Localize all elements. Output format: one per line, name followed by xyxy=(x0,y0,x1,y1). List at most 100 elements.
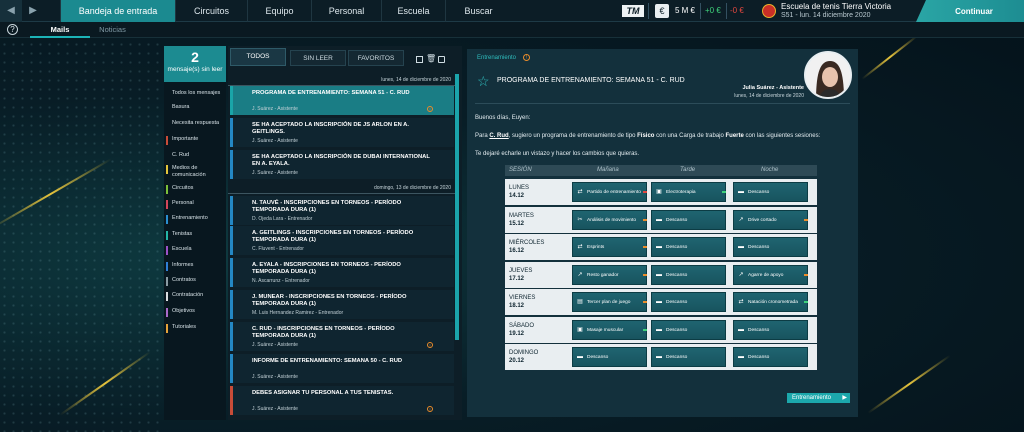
training-button[interactable]: Entrenamiento ▶ xyxy=(787,393,850,403)
player-link[interactable]: C. Rud xyxy=(489,133,508,139)
folder-item[interactable]: Todos los mensajes xyxy=(164,90,226,97)
folder-color-bar xyxy=(166,231,168,240)
folder-item[interactable]: Tenistas xyxy=(164,231,226,240)
message-date: lunes, 14 de diciembre de 2020 xyxy=(734,93,804,99)
training-session-slot[interactable]: ▬ Descanso xyxy=(572,347,647,367)
tab-favorites[interactable]: FAVORITOS xyxy=(348,50,404,66)
folder-item[interactable]: Contratación xyxy=(164,292,226,301)
training-session-slot[interactable]: ⇄ Partido de entrenamiento xyxy=(572,182,647,202)
folder-label: Necesita respuesta xyxy=(172,120,220,126)
training-session-slot[interactable]: ↗ Drive cortado xyxy=(733,209,808,230)
folder-item[interactable]: Necesita respuesta xyxy=(164,120,226,127)
menu-school[interactable]: Escuela xyxy=(381,0,445,22)
folder-label: Tutoriales xyxy=(172,324,196,330)
trash-icon[interactable]: 🗑 xyxy=(426,55,436,63)
training-session-slot[interactable]: ▬ Descanso xyxy=(651,347,726,367)
day-cell: JUEVES 17.12 xyxy=(509,267,532,283)
divider xyxy=(475,103,850,104)
message-row[interactable]: J. MUNEAR - INSCRIPCIONES EN TORNEOS - P… xyxy=(230,290,454,319)
message-row[interactable]: SE HA ACEPTADO LA INSCRIPCIÓN DE DUBAI I… xyxy=(230,150,454,179)
schedule-row: VIERNES 18.12 ▤ Tercer plan de juego ▬ Descan… xyxy=(505,289,817,315)
session-icon: ⇄ xyxy=(738,299,744,305)
folder-color-bar xyxy=(166,185,168,194)
forward-arrow-icon[interactable]: ▶ xyxy=(22,0,44,22)
menu-search[interactable]: Buscar xyxy=(445,0,511,22)
folder-item[interactable]: Entrenamiento xyxy=(164,215,226,224)
training-session-slot[interactable]: ✂ Análisis de movimiento xyxy=(572,209,647,230)
folder-item[interactable]: Objetivos xyxy=(164,308,226,317)
training-session-slot[interactable]: ▬ Descanso xyxy=(733,319,808,340)
message-row[interactable]: A. GEITLINGS - INSCRIPCIONES EN TORNEOS … xyxy=(230,226,454,255)
training-session-slot[interactable]: ↗ Agarre de apoyo xyxy=(733,264,808,285)
training-session-slot[interactable]: ▬ Descanso xyxy=(651,264,726,285)
training-session-slot[interactable]: ▤ Tercer plan de juego xyxy=(572,292,647,312)
training-session-slot[interactable]: ▬ Descanso xyxy=(651,292,726,312)
session-icon: ▬ xyxy=(656,299,662,305)
back-arrow-icon[interactable]: ◀ xyxy=(0,0,22,22)
session-label: Resto ganador xyxy=(587,272,619,278)
menu-staff[interactable]: Personal xyxy=(311,0,381,22)
day-date: 19.12 xyxy=(509,330,525,337)
folder-item[interactable]: Circuitos xyxy=(164,185,226,194)
training-session-slot[interactable]: ▬ Descanso xyxy=(733,347,808,367)
message-row[interactable]: DEBES ASIGNAR TU PERSONAL A TUS TENISTAS… xyxy=(230,386,454,415)
message-row[interactable]: N. TAUVÉ - INSCRIPCIONES EN TORNEOS - PE… xyxy=(230,196,454,225)
folder-item[interactable]: Tutoriales xyxy=(164,324,226,333)
folder-item[interactable]: Medios de comunicación xyxy=(164,165,226,179)
favorite-star-icon[interactable]: ☆ xyxy=(477,73,490,90)
folder-item[interactable]: Basura xyxy=(164,104,226,111)
tab-unread[interactable]: SIN LEER xyxy=(290,50,346,66)
message-row[interactable]: SE HA ACEPTADO LA INSCRIPCIÓN DE JS ARLO… xyxy=(230,118,454,147)
message-subject: A. EYALA - INSCRIPCIONES EN TORNEOS - PE… xyxy=(252,262,401,275)
folder-label: Tenistas xyxy=(172,231,193,237)
menu-circuits[interactable]: Circuitos xyxy=(175,0,247,22)
tab-news[interactable]: Noticias xyxy=(80,22,145,38)
folder-item[interactable]: Escuela xyxy=(164,246,226,255)
training-session-slot[interactable]: ▬ Descanso xyxy=(733,182,808,202)
tab-all[interactable]: TODOS xyxy=(230,48,286,66)
folder-item[interactable]: Contratos xyxy=(164,277,226,286)
session-icon: ▬ xyxy=(656,244,662,250)
folder-item[interactable]: Importante xyxy=(164,136,226,145)
inbox-subtabs: ? Mails Noticias xyxy=(0,22,1024,38)
folder-label: Importante xyxy=(172,136,199,142)
session-icon: ⇄ xyxy=(577,189,583,195)
message-list-scrollbar[interactable] xyxy=(455,74,459,340)
training-session-slot[interactable]: ▬ Descanso xyxy=(651,237,726,257)
training-session-slot[interactable]: ▣ Electroterapia xyxy=(651,182,726,202)
menu-team[interactable]: Equipo xyxy=(247,0,311,22)
folder-item[interactable]: Personal xyxy=(164,200,226,209)
sender-name: Julia Suárez - Asistente xyxy=(742,85,804,91)
header-morning: Mañana xyxy=(597,167,619,173)
message-body-paragraph: Para C. Rud, sugiero un programa de entr… xyxy=(475,133,820,139)
message-sender: M. Luis Hernandez Ramirez - Entrenador xyxy=(252,310,344,316)
mark-read-icon[interactable] xyxy=(438,56,445,63)
folder-color-bar xyxy=(166,262,168,271)
message-row[interactable]: A. EYALA - INSCRIPCIONES EN TORNEOS - PE… xyxy=(230,258,454,287)
message-row[interactable]: INFORME DE ENTRENAMIENTO: SEMANA 50 - C.… xyxy=(230,354,454,383)
message-sender: J. Suárez - Asistente xyxy=(252,106,298,112)
training-session-slot[interactable]: ▣ Masaje muscular xyxy=(572,319,647,340)
folder-item[interactable]: Informes xyxy=(164,262,226,271)
continue-button[interactable]: Continuar xyxy=(916,0,1024,22)
workload: Fuerte xyxy=(725,133,744,139)
message-row[interactable]: PROGRAMA DE ENTRENAMIENTO: SEMANA 51 - C… xyxy=(230,86,454,115)
session-icon: ▬ xyxy=(656,354,662,360)
menu-inbox[interactable]: Bandeja de entrada xyxy=(60,0,175,22)
help-icon[interactable]: ? xyxy=(7,24,18,35)
training-session-slot[interactable]: ▬ Descanso xyxy=(651,209,726,230)
message-row[interactable]: C. RUD - INSCRIPCIONES EN TORNEOS - PERÍ… xyxy=(230,322,454,351)
session-label: Agarre de apoyo xyxy=(748,272,784,278)
training-session-slot[interactable]: ⇄ Natación cronometrada xyxy=(733,292,808,312)
folder-item[interactable]: C. Rud xyxy=(164,152,226,159)
training-session-slot[interactable]: ↗ Resto ganador xyxy=(572,264,647,285)
warning-icon: ! xyxy=(427,406,433,412)
session-label: Electroterapia xyxy=(666,190,696,196)
folder-color-bar xyxy=(166,165,168,174)
training-session-slot[interactable]: ▬ Descanso xyxy=(733,237,808,257)
session-label: Descanso xyxy=(666,300,688,306)
message-subject: DEBES ASIGNAR TU PERSONAL A TUS TENISTAS… xyxy=(252,390,394,396)
training-session-slot[interactable]: ⇄ Esprints xyxy=(572,237,647,257)
select-all-icon[interactable] xyxy=(416,56,423,63)
training-session-slot[interactable]: ▬ Descanso xyxy=(651,319,726,340)
